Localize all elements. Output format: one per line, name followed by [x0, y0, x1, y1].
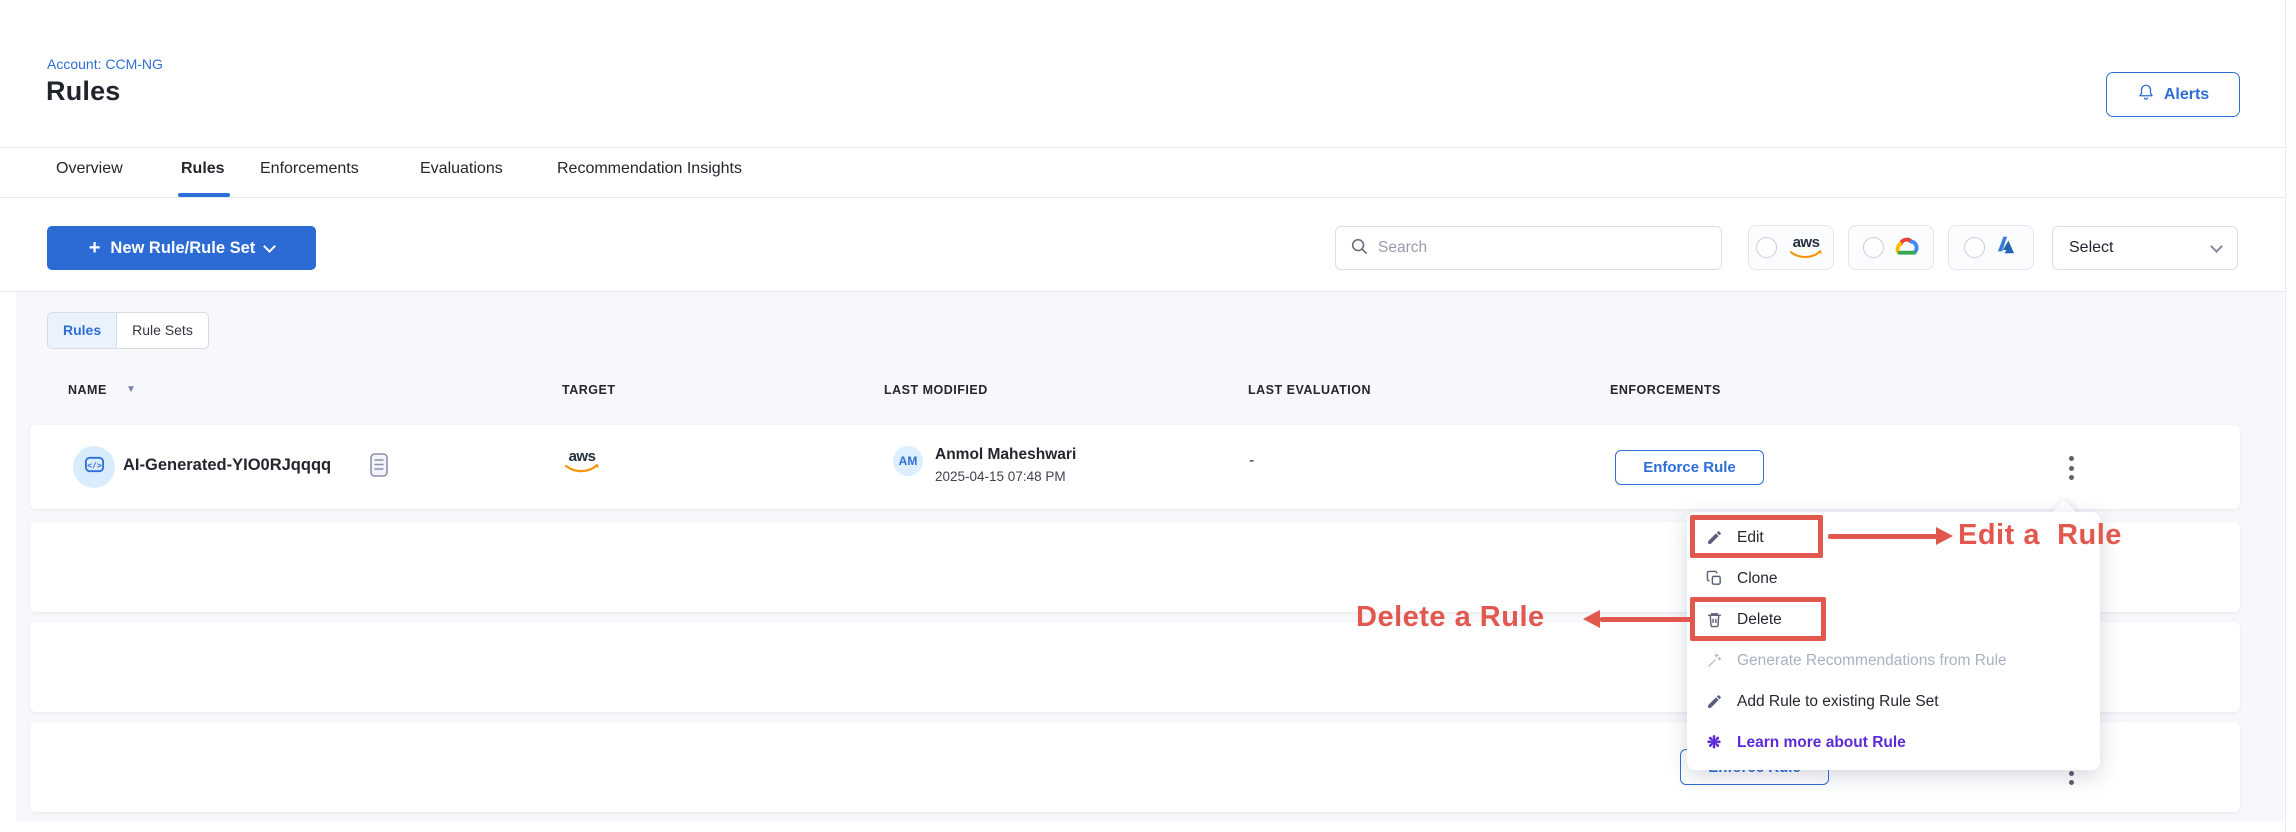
menu-item-clone[interactable]: Clone	[1687, 558, 2100, 599]
sort-descending-icon[interactable]: ▼	[126, 384, 136, 395]
page-title: Rules	[46, 76, 121, 107]
table-row[interactable]	[30, 425, 2240, 509]
alerts-button-label: Alerts	[2164, 86, 2209, 104]
select-dropdown[interactable]: Select	[2052, 226, 2238, 270]
code-rule-icon: </>	[83, 453, 106, 481]
new-rule-button-label: New Rule/Rule Set	[110, 239, 255, 258]
rule-avatar: </>	[73, 446, 115, 488]
bell-icon	[2137, 83, 2155, 106]
radio-unchecked-icon[interactable]	[1964, 237, 1985, 258]
radio-unchecked-icon[interactable]	[1863, 237, 1884, 258]
chevron-down-icon	[2210, 240, 2223, 253]
menu-item-label: Generate Recommendations from Rule	[1737, 652, 2007, 670]
chevron-down-icon	[263, 240, 276, 253]
menu-item-label: Add Rule to existing Rule Set	[1737, 693, 1939, 711]
menu-item-generate-recommendations[interactable]: Generate Recommendations from Rule	[1687, 640, 2100, 681]
rule-name[interactable]: AI-Generated-YIO0RJqqqq	[123, 456, 331, 475]
tab-enforcements[interactable]: Enforcements	[260, 160, 359, 178]
alerts-button[interactable]: Alerts	[2106, 72, 2240, 117]
menu-item-label: Learn more about Rule	[1737, 734, 1906, 752]
modified-by: Anmol Maheshwari	[935, 446, 1076, 464]
view-yaml-icon[interactable]	[369, 452, 389, 483]
aida-icon: ❋	[1704, 734, 1724, 751]
azure-logo-icon	[1994, 234, 2018, 261]
view-toggle: Rules Rule Sets	[47, 312, 209, 349]
ccm-rules-page: Account: CCM-NG Rules Alerts Overview Ru…	[0, 0, 2296, 832]
target-aws-logo-icon: aws	[562, 450, 602, 473]
pencil-icon	[1704, 693, 1724, 710]
column-header-target: TARGET	[562, 383, 615, 397]
annotation-edit-label: Edit a Rule	[1958, 519, 2122, 552]
annotation-delete-arrowhead	[1583, 610, 1600, 628]
search-input[interactable]	[1378, 239, 1707, 257]
modified-timestamp: 2025-04-15 07:48 PM	[935, 469, 1066, 484]
gcp-logo-icon	[1893, 235, 1920, 261]
annotation-edit-highlight-box	[1690, 515, 1823, 558]
svg-text:</>: </>	[87, 460, 102, 470]
tab-rules[interactable]: Rules	[181, 160, 225, 178]
menu-item-label: Clone	[1737, 570, 1778, 588]
wand-icon	[1704, 652, 1724, 669]
menu-item-add-to-rule-set[interactable]: Add Rule to existing Rule Set	[1687, 681, 2100, 722]
tab-overview[interactable]: Overview	[56, 160, 123, 178]
clone-icon	[1704, 570, 1724, 587]
breadcrumb[interactable]: Account: CCM-NG	[47, 56, 163, 72]
column-header-last-modified: LAST MODIFIED	[884, 383, 988, 397]
row-menu-kebab-icon[interactable]	[2060, 451, 2082, 485]
annotation-edit-arrowhead	[1936, 527, 1953, 545]
provider-filter-azure[interactable]	[1948, 225, 2034, 270]
radio-unchecked-icon[interactable]	[1756, 237, 1777, 258]
tab-evaluations[interactable]: Evaluations	[420, 160, 503, 178]
search-icon	[1350, 237, 1368, 260]
scrollbar[interactable]	[2285, 0, 2296, 832]
last-evaluation-value: -	[1249, 452, 1254, 470]
enforce-rule-button[interactable]: Enforce Rule	[1615, 450, 1764, 485]
column-header-last-evaluation: LAST EVALUATION	[1248, 383, 1371, 397]
annotation-delete-label: Delete a Rule	[1356, 601, 1545, 634]
provider-filter-gcp[interactable]	[1848, 225, 1934, 270]
annotation-edit-arrow	[1828, 534, 1938, 539]
annotation-delete-arrow	[1600, 617, 1692, 622]
header-divider	[0, 147, 2296, 148]
avatar: AM	[893, 446, 923, 476]
column-header-name[interactable]: NAME	[68, 383, 107, 397]
plus-icon: +	[89, 238, 101, 258]
tab-recommendation-insights[interactable]: Recommendation Insights	[557, 160, 742, 178]
menu-item-learn-more[interactable]: ❋ Learn more about Rule	[1687, 722, 2100, 763]
view-toggle-rules[interactable]: Rules	[48, 313, 116, 348]
aws-logo-text: aws	[569, 450, 596, 464]
column-header-enforcements: ENFORCEMENTS	[1610, 383, 1721, 397]
new-rule-button[interactable]: + New Rule/Rule Set	[47, 226, 316, 270]
search-box[interactable]	[1335, 226, 1722, 270]
provider-filter-aws[interactable]: aws	[1748, 225, 1834, 270]
aws-logo-icon: aws	[1786, 236, 1826, 259]
select-dropdown-value: Select	[2069, 239, 2113, 257]
tabs-divider	[0, 197, 2296, 198]
annotation-delete-highlight-box	[1690, 597, 1826, 641]
view-toggle-rule-sets[interactable]: Rule Sets	[116, 313, 208, 348]
